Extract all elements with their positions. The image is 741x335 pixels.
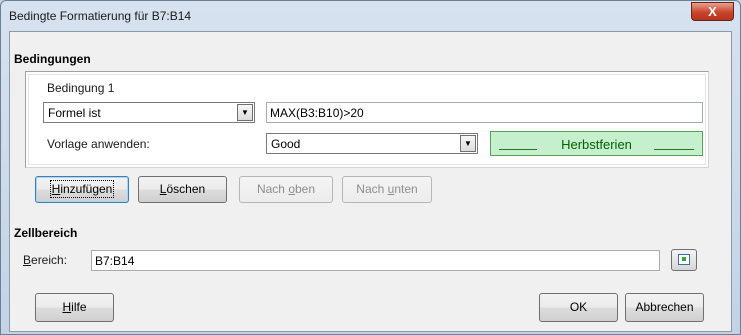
cancel-button[interactable]: Abbrechen: [625, 293, 704, 322]
range-field[interactable]: [95, 253, 654, 268]
delete-condition-button[interactable]: Löschen: [138, 176, 227, 203]
style-preview: Herbstferien: [490, 131, 703, 156]
add-button-label: Hinzufügen: [49, 180, 115, 198]
chevron-down-icon[interactable]: ▼: [460, 135, 476, 152]
condition-type-select[interactable]: Formel ist ▼: [43, 102, 255, 123]
move-up-button[interactable]: Nach oben: [239, 176, 333, 203]
title-bar[interactable]: Bedingte Formatierung für B7:B14 X: [1, 1, 740, 31]
move-up-label: Nach oben: [256, 182, 316, 196]
window-title: Bedingte Formatierung für B7:B14: [9, 9, 192, 23]
delete-button-label: Löschen: [159, 182, 206, 196]
cell-range-section-title: Zellbereich: [14, 226, 78, 240]
move-down-button[interactable]: Nach unten: [342, 176, 432, 203]
condition-type-value: Formel ist: [48, 106, 101, 120]
style-value: Good: [271, 137, 301, 151]
shrink-range-button[interactable]: [671, 249, 697, 271]
style-select[interactable]: Good ▼: [266, 133, 478, 154]
shrink-range-icon: [678, 254, 690, 265]
add-condition-button[interactable]: Hinzufügen: [35, 176, 129, 203]
chevron-down-icon[interactable]: ▼: [237, 104, 253, 121]
cancel-button-label: Abbrechen: [635, 300, 694, 314]
close-button[interactable]: X: [691, 2, 734, 21]
help-button-label: Hilfe: [62, 300, 87, 314]
range-input[interactable]: [91, 250, 660, 271]
condition-label: Bedingung 1: [47, 81, 115, 95]
ok-button[interactable]: OK: [539, 293, 618, 322]
range-label: Bereich:: [23, 253, 68, 267]
ok-button-label: OK: [569, 300, 588, 314]
conditions-section-title: Bedingungen: [14, 52, 91, 66]
formula-input[interactable]: [266, 102, 703, 123]
move-down-label: Nach unten: [356, 182, 418, 196]
formula-field[interactable]: [270, 105, 697, 120]
preview-underline-right: [654, 149, 694, 150]
help-button[interactable]: Hilfe: [35, 293, 114, 322]
close-icon: X: [708, 4, 717, 19]
apply-style-label: Vorlage anwenden:: [47, 137, 150, 151]
dialog-window: Bedingte Formatierung für B7:B14 X Bedin…: [0, 0, 741, 335]
